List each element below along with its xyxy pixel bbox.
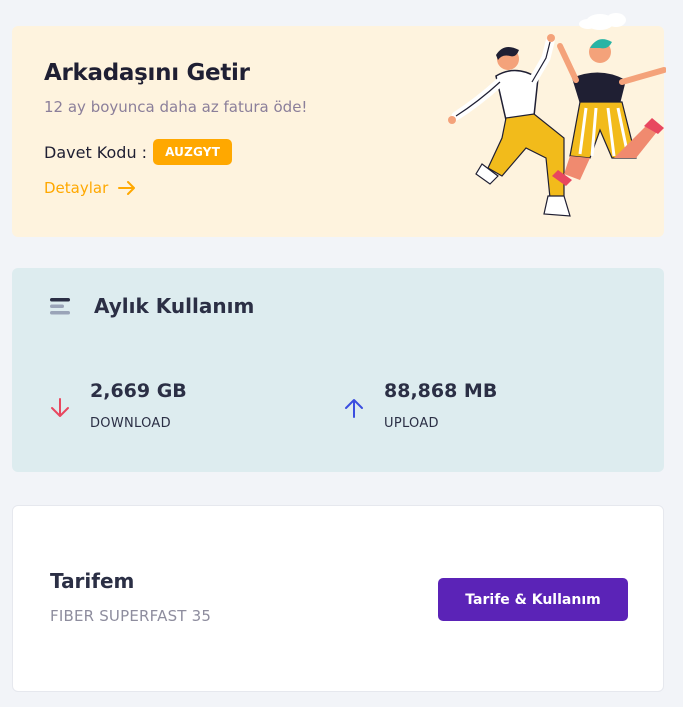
upload-label: UPLOAD <box>384 416 439 431</box>
friends-jumping-illustration <box>448 13 666 217</box>
invite-code-label: Davet Kodu : <box>44 142 148 162</box>
tariff-card: Tarifem FIBER SUPERFAST 35 Tarife & Kull… <box>12 505 664 692</box>
download-label: DOWNLOAD <box>90 416 171 431</box>
referral-card: Arkadaşını Getir 12 ay boyunca daha az f… <box>12 13 666 237</box>
download-value: 2,669 GB <box>90 380 187 402</box>
usage-title: Aylık Kullanım <box>94 294 255 318</box>
details-link[interactable]: Detaylar <box>44 179 136 197</box>
upload-stat: 88,868 MB UPLOAD <box>342 380 497 431</box>
details-label: Detaylar <box>44 179 109 197</box>
invite-code-row: Davet Kodu : AUZGYT <box>44 139 233 165</box>
referral-title: Arkadaşını Getir <box>44 60 250 86</box>
usage-header: Aylık Kullanım <box>50 294 254 318</box>
arrow-right-icon <box>118 181 136 195</box>
menu-lines-icon <box>50 298 70 315</box>
upload-value: 88,868 MB <box>384 380 498 402</box>
tariff-name: FIBER SUPERFAST 35 <box>50 607 212 625</box>
arrow-up-icon <box>345 399 363 418</box>
arrow-down-icon <box>51 398 69 417</box>
monthly-usage-card: Aylık Kullanım 2,669 GB DOWNLOAD 88,868 … <box>12 268 664 472</box>
download-stat: 2,669 GB DOWNLOAD <box>48 380 187 431</box>
invite-code-badge[interactable]: AUZGYT <box>153 139 233 165</box>
tariff-usage-button[interactable]: Tarife & Kullanım <box>438 578 628 621</box>
referral-subtitle: 12 ay boyunca daha az fatura öde! <box>44 98 308 116</box>
tariff-title: Tarifem <box>50 569 135 593</box>
